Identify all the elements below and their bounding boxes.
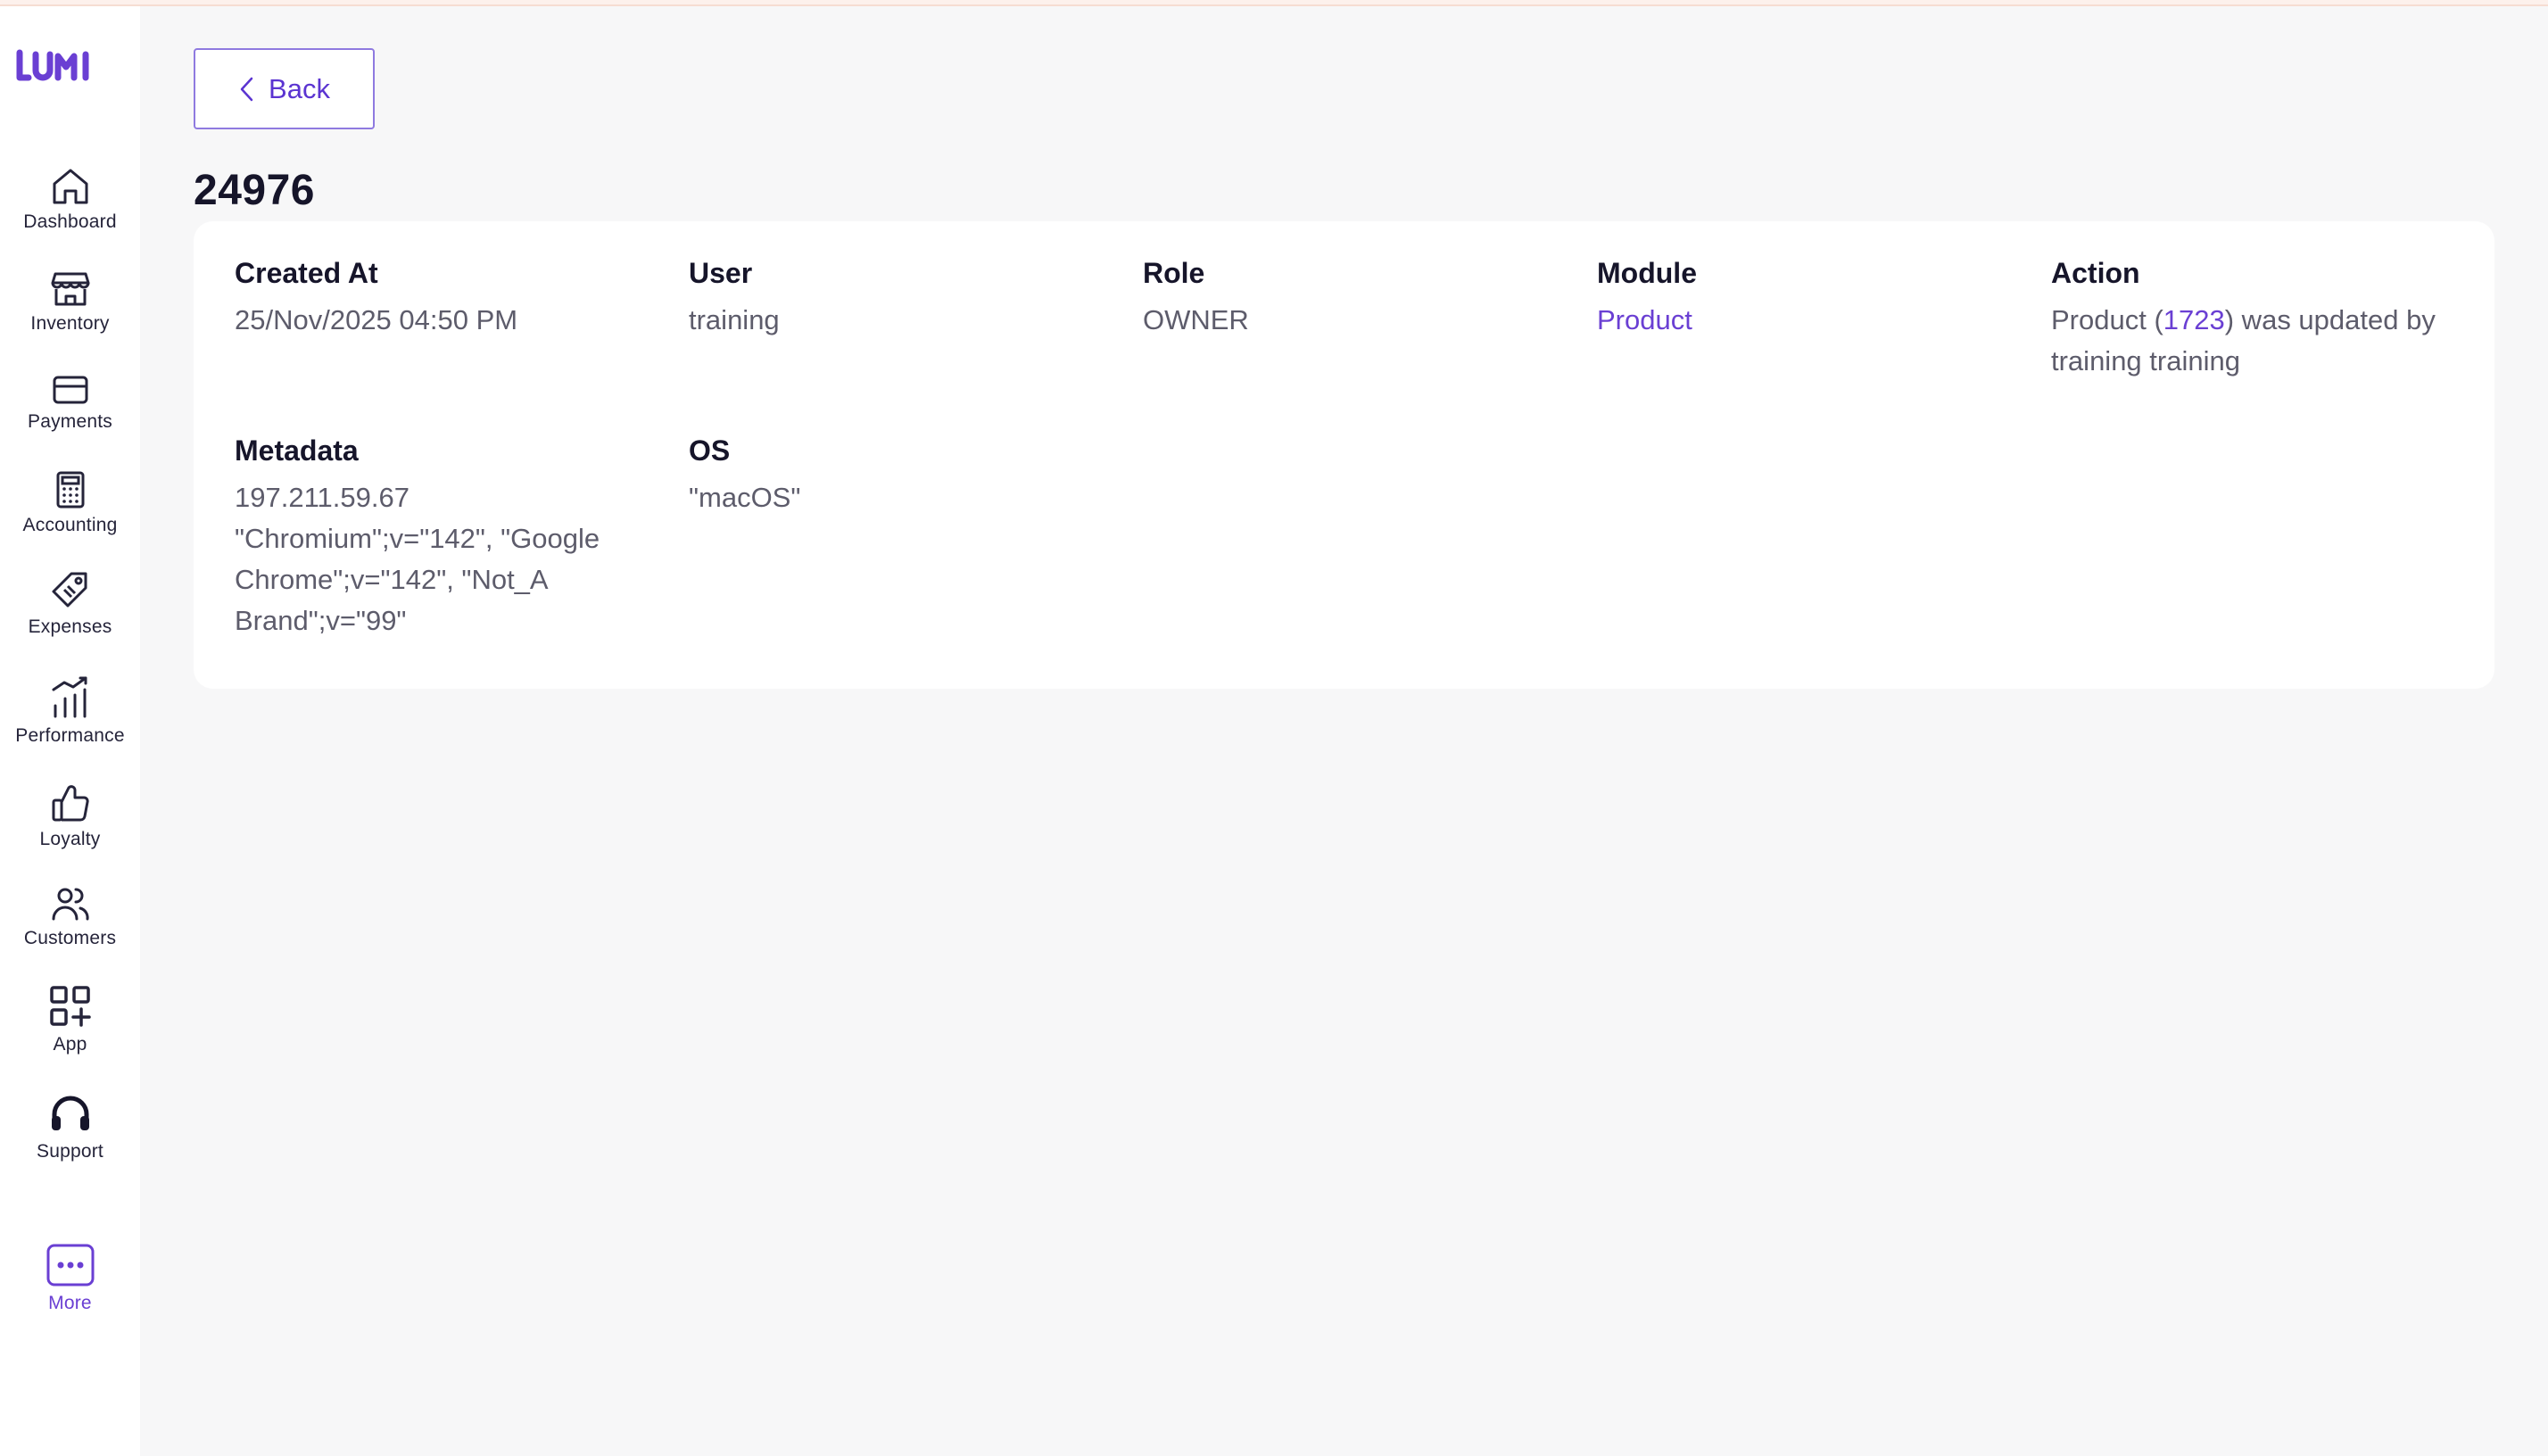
os-value: "macOS" (689, 482, 801, 513)
sidebar-item-label: Performance (15, 725, 125, 746)
os-label: OS (689, 434, 731, 467)
sidebar: Dashboard Inventory Payments Accounting … (0, 6, 140, 1456)
chevron-left-icon (240, 77, 253, 101)
metadata-user-agent: "Chromium";v="142", "Google Chrome";v="1… (235, 523, 600, 636)
sidebar-item-more[interactable]: More (0, 1243, 140, 1314)
lumi-logo[interactable] (16, 47, 102, 85)
sidebar-item-support[interactable]: Support (0, 1095, 140, 1162)
sidebar-item-label: Accounting (22, 515, 118, 535)
metadata-label: Metadata (235, 434, 359, 467)
sidebar-item-inventory[interactable]: Inventory (0, 270, 140, 335)
created-at-label: Created At (235, 257, 378, 289)
module-label: Module (1597, 257, 1697, 289)
sidebar-item-dashboard[interactable]: Dashboard (0, 167, 140, 233)
home-icon (53, 169, 87, 204)
os-field: OS "macOS" (689, 433, 1099, 518)
users-icon (52, 888, 89, 921)
metadata-field: Metadata 197.211.59.67 "Chromium";v="142… (235, 433, 618, 641)
role-label: Role (1143, 257, 1205, 289)
action-label: Action (2051, 257, 2140, 289)
sidebar-item-label: Dashboard (23, 211, 117, 232)
page-title: 24976 (194, 167, 315, 214)
metadata-ip: 197.211.59.67 (235, 482, 410, 513)
sidebar-item-app[interactable]: App (0, 984, 140, 1055)
credit-card-icon (53, 376, 87, 404)
back-button-label: Back (269, 72, 330, 104)
more-dots-icon (46, 1244, 94, 1286)
sidebar-item-expenses[interactable]: Expenses (0, 570, 140, 638)
apps-grid-icon (49, 986, 91, 1027)
module-link[interactable]: Product (1597, 304, 1692, 335)
product-id-link[interactable]: 1723 (2163, 304, 2225, 335)
sidebar-item-performance[interactable]: Performance (0, 675, 140, 747)
trend-chart-icon (52, 676, 87, 718)
sidebar-item-label: Payments (28, 411, 112, 432)
back-button[interactable]: Back (194, 48, 375, 129)
action-prefix: Product ( (2051, 304, 2163, 335)
sidebar-item-payments[interactable]: Payments (0, 374, 140, 433)
role-field: Role OWNER (1143, 255, 1553, 341)
thumbs-up-icon (52, 785, 89, 822)
sidebar-item-label: App (53, 1034, 87, 1055)
role-value: OWNER (1143, 304, 1249, 335)
sidebar-item-label: Inventory (30, 313, 110, 334)
action-field: Action Product (1723) was updated by tra… (2051, 255, 2470, 382)
store-icon (51, 272, 89, 306)
sidebar-item-loyalty[interactable]: Loyalty (0, 782, 140, 850)
user-value: training (689, 304, 780, 335)
sidebar-item-label: Expenses (28, 616, 112, 637)
created-at-value: 25/Nov/2025 04:50 PM (235, 304, 518, 335)
user-label: User (689, 257, 753, 289)
user-field: User training (689, 255, 1099, 341)
sidebar-item-label: More (48, 1293, 92, 1313)
sidebar-item-accounting[interactable]: Accounting (0, 470, 140, 536)
sidebar-item-label: Customers (23, 928, 117, 948)
top-border (0, 0, 2548, 6)
sidebar-item-label: Support (37, 1141, 103, 1162)
calculator-icon (56, 471, 84, 509)
created-at-field: Created At 25/Nov/2025 04:50 PM (235, 255, 645, 341)
module-field: Module Product (1597, 255, 2007, 341)
tag-icon (52, 572, 87, 608)
audit-log-detail-card: Created At 25/Nov/2025 04:50 PM User tra… (194, 221, 2494, 689)
sidebar-item-label: Loyalty (39, 829, 101, 849)
action-value: Product (1723) was updated by training t… (2051, 300, 2470, 382)
sidebar-item-customers[interactable]: Customers (0, 885, 140, 949)
headset-icon (51, 1096, 89, 1130)
